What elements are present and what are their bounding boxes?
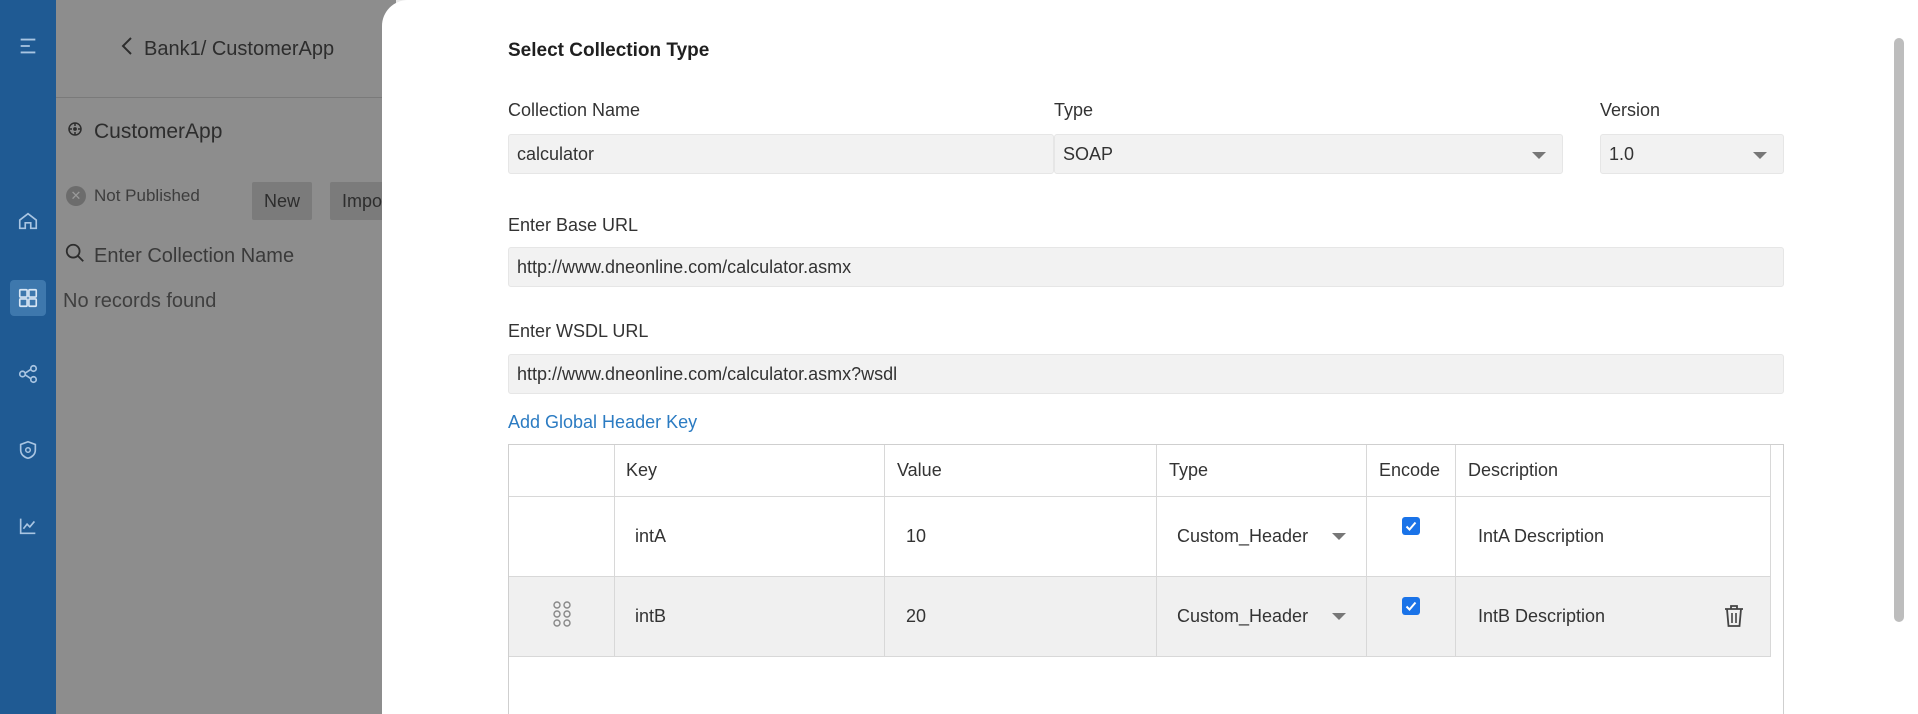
table-header-encode: Encode [1367,445,1456,496]
table-header-description: Description [1456,445,1771,496]
chevron-down-icon [1753,152,1767,159]
global-headers-table: Key Value Type Encode Description intA 1… [508,444,1784,714]
empty-state-text: No records found [63,290,217,312]
base-url-label: Enter Base URL [508,215,639,235]
row-value[interactable]: 20 [885,577,1157,656]
table-header-key: Key [615,445,885,496]
row-key[interactable]: intA [615,497,885,576]
collection-name-label: Collection Name [508,100,641,120]
version-select-value: 1.0 [1609,143,1635,164]
row-encode-cell [1367,577,1456,656]
table-header-value: Value [885,445,1157,496]
dashboard-icon[interactable] [10,280,46,316]
app-title: CustomerApp [66,120,222,144]
table-row: intA 10 Custom_Header IntA Description [509,497,1771,577]
trash-icon[interactable] [1723,603,1745,634]
chevron-left-icon [120,36,134,62]
type-label: Type [1054,100,1094,120]
background-page: Bank1/ CustomerApp CustomerApp ✕ Not Pub… [56,0,396,714]
home-icon[interactable] [10,203,46,239]
hamburger-icon[interactable] [10,28,46,64]
version-label: Version [1600,100,1661,120]
row-description[interactable]: IntA Description [1456,497,1771,576]
row-value[interactable]: 10 [885,497,1157,576]
row-key[interactable]: intB [615,577,885,656]
collection-type-panel: Select Collection Type Collection Name T… [382,0,1918,714]
drag-handle-icon[interactable] [552,600,572,633]
chevron-down-icon [1332,533,1346,540]
table-header-handle [509,445,615,496]
chart-icon[interactable] [10,508,46,544]
breadcrumb-text: Bank1/ CustomerApp [144,37,335,60]
wsdl-url-field[interactable] [508,354,1784,394]
back-breadcrumb[interactable]: Bank1/ CustomerApp [120,36,334,62]
type-select-value: SOAP [1063,143,1114,164]
table-header-row: Key Value Type Encode Description [509,445,1771,497]
row-type-select[interactable]: Custom_Header [1157,577,1367,656]
panel-scrollbar[interactable] [1894,38,1904,622]
share-icon[interactable] [10,356,46,392]
publish-status: ✕ Not Published [66,186,200,206]
chevron-down-icon [1332,613,1346,620]
wsdl-url-input[interactable] [517,363,1775,385]
add-global-header-key-link[interactable]: Add Global Header Key [508,412,697,433]
version-select[interactable]: 1.0 [1600,134,1784,174]
base-url-field[interactable] [508,247,1784,287]
row-type-value: Custom_Header [1177,526,1309,546]
new-button[interactable]: New [252,182,313,220]
left-nav-rail [0,0,56,714]
chevron-down-icon [1532,152,1546,159]
collection-name-input[interactable] [517,143,1045,165]
shield-icon[interactable] [10,432,46,468]
search-icon [64,242,86,270]
row-type-select[interactable]: Custom_Header [1157,497,1367,576]
not-published-icon: ✕ [66,186,86,206]
background-header: Bank1/ CustomerApp [56,0,396,98]
row-type-value: Custom_Header [1177,606,1309,626]
table-row: intB 20 Custom_Header IntB Description [509,577,1771,657]
row-handle-cell [509,577,615,656]
collection-search[interactable]: Enter Collection Name [64,242,294,270]
row-encode-cell [1367,497,1456,576]
collection-name-field[interactable] [508,134,1054,174]
app-gear-icon [66,120,84,144]
type-select[interactable]: SOAP [1054,134,1563,174]
encode-checkbox[interactable] [1402,517,1420,535]
panel-title: Select Collection Type [508,40,710,61]
table-header-type: Type [1157,445,1367,496]
row-handle-cell [509,497,615,576]
encode-checkbox[interactable] [1402,597,1420,615]
base-url-input[interactable] [517,256,1775,278]
search-placeholder: Enter Collection Name [94,244,295,267]
wsdl-url-label: Enter WSDL URL [508,321,649,341]
